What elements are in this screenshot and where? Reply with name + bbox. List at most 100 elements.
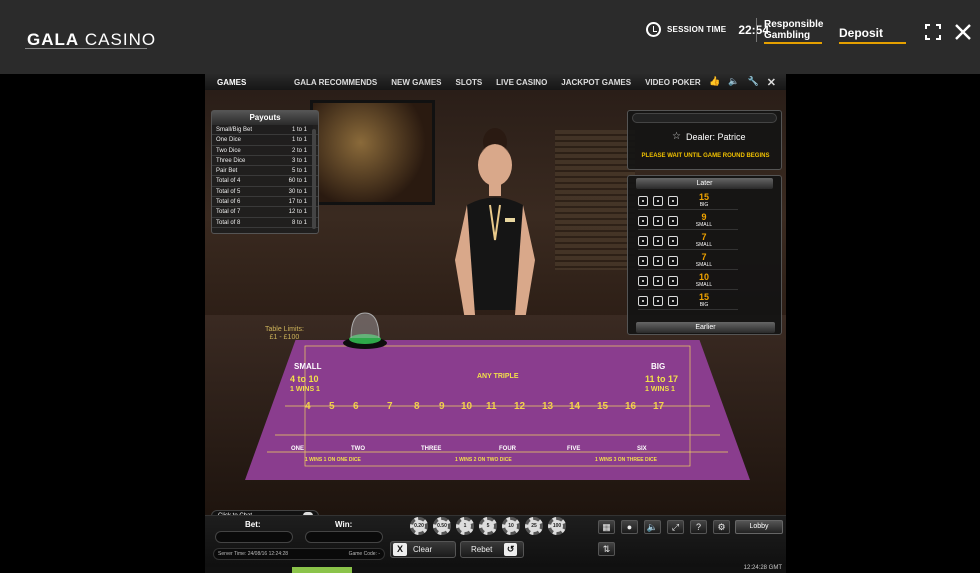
dealer-name: Dealer: Patrice <box>686 132 746 142</box>
die-icon <box>638 295 648 306</box>
responsible-gambling-link[interactable]: Responsible Gambling <box>764 19 823 41</box>
dice-shaker <box>343 312 387 349</box>
close-icon[interactable] <box>954 23 972 41</box>
payout-row: Small/Big Bet 1 to 1 <box>212 125 318 136</box>
die-icon <box>653 295 663 306</box>
payouts-title: Payouts <box>212 111 318 125</box>
die-icon <box>653 235 663 246</box>
stats-icon[interactable]: ▦ <box>598 520 615 534</box>
payout-row: One Dice 1 to 1 <box>212 135 318 146</box>
nav-item-new-games[interactable]: NEW GAMES <box>384 78 448 87</box>
results-history: Later 15 BIG 9 SMALL 7 SMALL 7 SMALL 10 SMALL <box>627 175 782 335</box>
expand-icon[interactable]: ⤢ <box>667 520 684 534</box>
die-icon <box>653 255 663 266</box>
thumbs-up-icon[interactable]: 👍 <box>709 76 720 89</box>
rebet-button[interactable]: Rebet ↺ <box>460 541 524 558</box>
payout-row: Two Dice 2 to 1 <box>212 146 318 156</box>
responsible-underline <box>764 42 822 44</box>
chip-selector: 0.20 0.50 1 5 10 25 100 <box>410 517 566 535</box>
betting-felt <box>245 340 750 480</box>
balance-indicator <box>292 567 352 573</box>
nav-item-live-casino[interactable]: LIVE CASINO <box>489 78 554 87</box>
table-limits: Table Limits: £1 - £100 <box>265 326 304 341</box>
live-video-feed: SMALL 4 to 10 1 WINS 1 BIG 11 to 17 1 WI… <box>205 90 786 522</box>
history-row: 7 SMALL <box>638 232 738 250</box>
bet-label: Bet: <box>245 520 261 529</box>
clock-icon <box>646 22 661 37</box>
history-row: 10 SMALL <box>638 272 738 290</box>
die-icon <box>638 235 648 246</box>
window-blinds <box>555 130 635 270</box>
history-earlier-button[interactable]: Earlier <box>636 322 775 333</box>
die-icon <box>653 195 663 206</box>
history-row: 7 SMALL <box>638 252 738 270</box>
dealer-panel: ☆ Dealer: Patrice PLEASE WAIT UNTIL GAME… <box>627 110 782 170</box>
die-icon <box>668 275 678 286</box>
divider <box>756 18 757 42</box>
payout-row: Total of 4 60 to 1 <box>212 176 318 187</box>
payout-row: Pair Bet 5 to 1 <box>212 166 318 177</box>
history-later-button[interactable]: Later <box>636 178 773 189</box>
nav-item-jackpot-games[interactable]: JACKPOT GAMES <box>554 78 638 87</box>
chip-100[interactable]: 100 <box>548 517 566 535</box>
volume-icon[interactable]: 🔈 <box>644 520 661 534</box>
x-icon: X <box>393 543 407 556</box>
nav-games[interactable]: GAMES <box>205 78 257 87</box>
chip-25[interactable]: 25 <box>525 517 543 535</box>
status-bar: 12:24:28 GMT <box>205 565 786 573</box>
felt-grid <box>267 345 728 467</box>
close-game-icon[interactable]: ✕ <box>767 76 776 89</box>
rebet-icon: ↺ <box>504 543 517 556</box>
die-icon <box>638 215 648 226</box>
help-icon[interactable]: ? <box>690 520 707 534</box>
background-screen <box>310 100 435 205</box>
win-label: Win: <box>335 520 353 529</box>
nav-tools: 👍 🔈 🔧 ✕ <box>709 76 776 89</box>
settings-icon[interactable]: ⚙ <box>713 520 730 534</box>
die-icon <box>638 255 648 266</box>
chat-icon[interactable]: ● <box>621 520 638 534</box>
dealer-message-bar <box>632 113 777 123</box>
wrench-icon[interactable]: 🔧 <box>748 76 759 89</box>
payouts-scrollbar[interactable] <box>312 129 316 229</box>
history-row: 15 BIG <box>638 292 738 310</box>
payout-row: Total of 6 17 to 1 <box>212 197 318 208</box>
clear-button[interactable]: X Clear <box>390 541 456 558</box>
die-icon <box>653 275 663 286</box>
payout-row: Total of 88 to 1 <box>212 218 318 228</box>
deposit-button[interactable]: Deposit <box>839 26 883 40</box>
payout-row: Total of 5 30 to 1 <box>212 187 318 198</box>
chip-0-20[interactable]: 0.20 <box>410 517 428 535</box>
chip-10[interactable]: 10 <box>502 517 520 535</box>
gala-casino-logo[interactable]: GALA CASINO <box>27 30 156 50</box>
fullscreen-icon[interactable] <box>925 24 941 40</box>
lobby-button[interactable]: Lobby <box>735 520 783 534</box>
top-bar: GALA CASINO SESSION TIME 22:54 Responsib… <box>0 0 980 74</box>
logo-underline <box>25 48 147 49</box>
deposit-underline <box>839 42 906 44</box>
chip-0-50[interactable]: 0.50 <box>433 517 451 535</box>
die-icon <box>668 295 678 306</box>
server-time-bar: Server Time: 24/08/16 12:24:28 Game Code… <box>213 548 385 560</box>
nav-item-video-poker[interactable]: VIDEO POKER <box>638 78 708 87</box>
history-row: 9 SMALL <box>638 212 738 230</box>
game-nav: GAMES GALA RECOMMENDS NEW GAMES SLOTS LI… <box>205 74 786 90</box>
die-icon <box>668 195 678 206</box>
round-status: PLEASE WAIT UNTIL GAME ROUND BEGINS <box>641 153 770 159</box>
sound-icon[interactable]: 🔈 <box>728 76 739 89</box>
nav-items: GALA RECOMMENDS NEW GAMES SLOTS LIVE CAS… <box>287 78 708 87</box>
session-time: SESSION TIME 22:54 <box>646 22 769 37</box>
die-icon <box>638 195 648 206</box>
live-sicbo-game: GAMES GALA RECOMMENDS NEW GAMES SLOTS LI… <box>205 74 786 573</box>
chip-5[interactable]: 5 <box>479 517 497 535</box>
nav-item-gala-recommends[interactable]: GALA RECOMMENDS <box>287 78 384 87</box>
betting-controls: Bet: Win: Server Time: 24/08/16 12:24:28… <box>205 515 786 573</box>
payout-row: Three Dice 3 to 1 <box>212 156 318 167</box>
chip-1[interactable]: 1 <box>456 517 474 535</box>
die-icon <box>638 275 648 286</box>
die-icon <box>653 215 663 226</box>
swap-bets-icon[interactable]: ⇅ <box>598 542 615 556</box>
payouts-panel: Payouts Small/Big Bet 1 to 1 One Dice 1 to… <box>211 110 319 234</box>
star-icon[interactable]: ☆ <box>672 131 681 142</box>
nav-item-slots[interactable]: SLOTS <box>449 78 490 87</box>
